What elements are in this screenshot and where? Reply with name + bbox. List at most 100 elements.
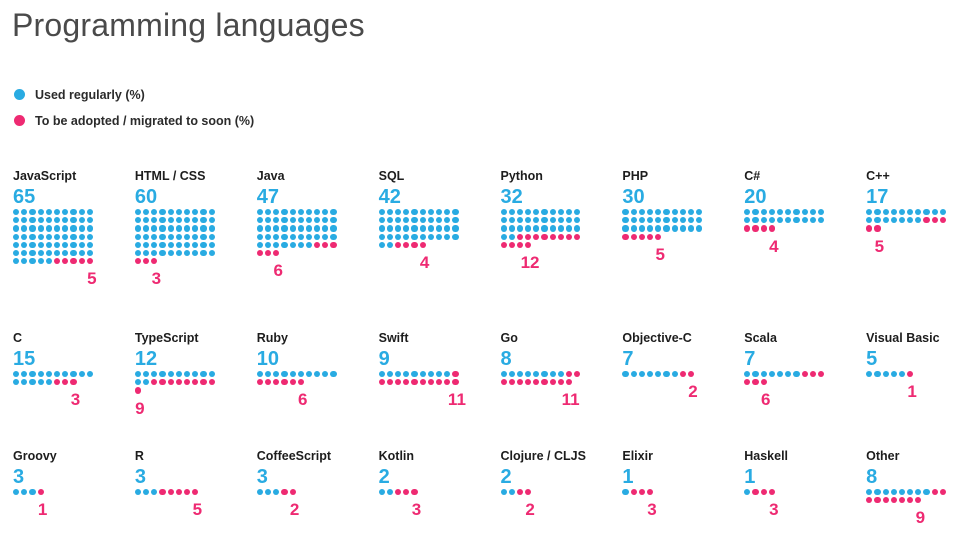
adopt-dot xyxy=(557,233,564,240)
used-dot xyxy=(78,241,85,248)
used-dot xyxy=(264,209,272,216)
used-dot xyxy=(403,217,410,224)
used-dot xyxy=(557,371,564,378)
used-dot xyxy=(53,241,61,248)
used-dot xyxy=(915,489,922,496)
used-dot xyxy=(386,241,393,248)
dot-grid xyxy=(500,371,585,387)
used-dot xyxy=(638,209,645,216)
used-dot xyxy=(574,217,581,224)
dot-grid xyxy=(378,371,463,387)
to-be-adopted-value: 1 xyxy=(907,382,917,402)
used-dot xyxy=(427,217,434,224)
used-dot xyxy=(939,209,946,216)
adopt-dot xyxy=(752,225,759,232)
dot-row xyxy=(500,379,585,387)
used-dot xyxy=(663,209,670,216)
used-dot xyxy=(882,209,889,216)
used-dot xyxy=(330,233,337,240)
used-dot xyxy=(134,371,142,378)
used-dot xyxy=(874,489,881,496)
used-dot xyxy=(21,217,28,224)
used-dot xyxy=(86,233,93,240)
dot-row xyxy=(866,217,950,225)
adopt-dot xyxy=(200,379,207,386)
adopt-dot xyxy=(378,379,385,386)
adopt-dot xyxy=(53,258,61,265)
used-dot xyxy=(638,225,645,232)
used-dot xyxy=(768,209,775,216)
language-name: Objective-C xyxy=(622,331,692,345)
adopt-dot xyxy=(411,241,418,248)
used-dot xyxy=(622,371,629,378)
used-dot xyxy=(696,209,703,216)
used-dot xyxy=(13,489,20,496)
legend-item-label: To be adopted / migrated to soon (%) xyxy=(35,113,255,128)
used-dot xyxy=(256,241,263,248)
used-dot xyxy=(663,217,670,224)
adopt-dot xyxy=(53,379,61,386)
used-dot xyxy=(435,233,443,240)
to-be-adopted-value: 2 xyxy=(688,382,698,402)
used-dot xyxy=(500,217,507,224)
adopt-dot xyxy=(281,489,288,496)
used-dot xyxy=(915,209,922,216)
dot-grid xyxy=(866,209,950,234)
adopt-dot xyxy=(395,241,402,248)
used-dot xyxy=(793,371,800,378)
used-dot xyxy=(256,217,263,224)
adopt-dot xyxy=(939,489,946,496)
language-name: C xyxy=(13,331,23,345)
used-dot xyxy=(297,241,304,248)
used-dot xyxy=(273,225,280,232)
used-dot xyxy=(45,371,52,378)
adopt-dot xyxy=(167,379,174,386)
used-dot xyxy=(785,217,792,224)
used-dot xyxy=(655,225,662,232)
language-name: Java xyxy=(256,169,285,183)
used-dot xyxy=(330,209,337,216)
adopt-dot xyxy=(549,233,556,240)
used-dot xyxy=(289,209,296,216)
used-dot xyxy=(53,209,61,216)
dot-row xyxy=(622,489,706,497)
used-dot xyxy=(175,217,182,224)
adopt-dot xyxy=(915,497,922,504)
adopt-dot xyxy=(175,489,182,496)
language-name: Scala xyxy=(744,331,777,345)
used-dot xyxy=(134,241,142,248)
used-dot xyxy=(646,209,654,216)
language-cell: HTML / CSS 60 3 xyxy=(122,168,244,330)
dot-grid xyxy=(744,209,828,234)
used-dot xyxy=(671,209,678,216)
used-dot xyxy=(330,371,337,378)
language-cell: PHP 30 5 xyxy=(609,168,731,330)
used-dot xyxy=(289,233,296,240)
dot-grid xyxy=(134,209,219,266)
used-dot xyxy=(760,371,767,378)
adopt-dot xyxy=(322,241,329,248)
used-dot xyxy=(435,209,443,216)
used-dot xyxy=(671,217,678,224)
used-dot xyxy=(378,225,385,232)
used-dot xyxy=(378,233,385,240)
used-dot xyxy=(167,209,174,216)
adopt-dot xyxy=(62,379,69,386)
adopt-dot xyxy=(931,217,938,224)
used-dot xyxy=(411,225,418,232)
used-dot xyxy=(134,233,142,240)
used-dot xyxy=(752,209,759,216)
adopt-dot xyxy=(533,379,540,386)
dot-row xyxy=(13,217,97,225)
used-regularly-value: 3 xyxy=(134,466,146,488)
dot-grid xyxy=(134,489,219,497)
used-dot xyxy=(801,209,808,216)
used-dot xyxy=(500,371,507,378)
used-dot xyxy=(281,371,288,378)
adopt-dot xyxy=(516,489,524,496)
adopt-dot xyxy=(273,379,280,386)
used-dot xyxy=(874,217,881,224)
adopt-dot xyxy=(638,489,645,496)
adopt-dot xyxy=(541,233,548,240)
used-dot xyxy=(21,249,28,257)
